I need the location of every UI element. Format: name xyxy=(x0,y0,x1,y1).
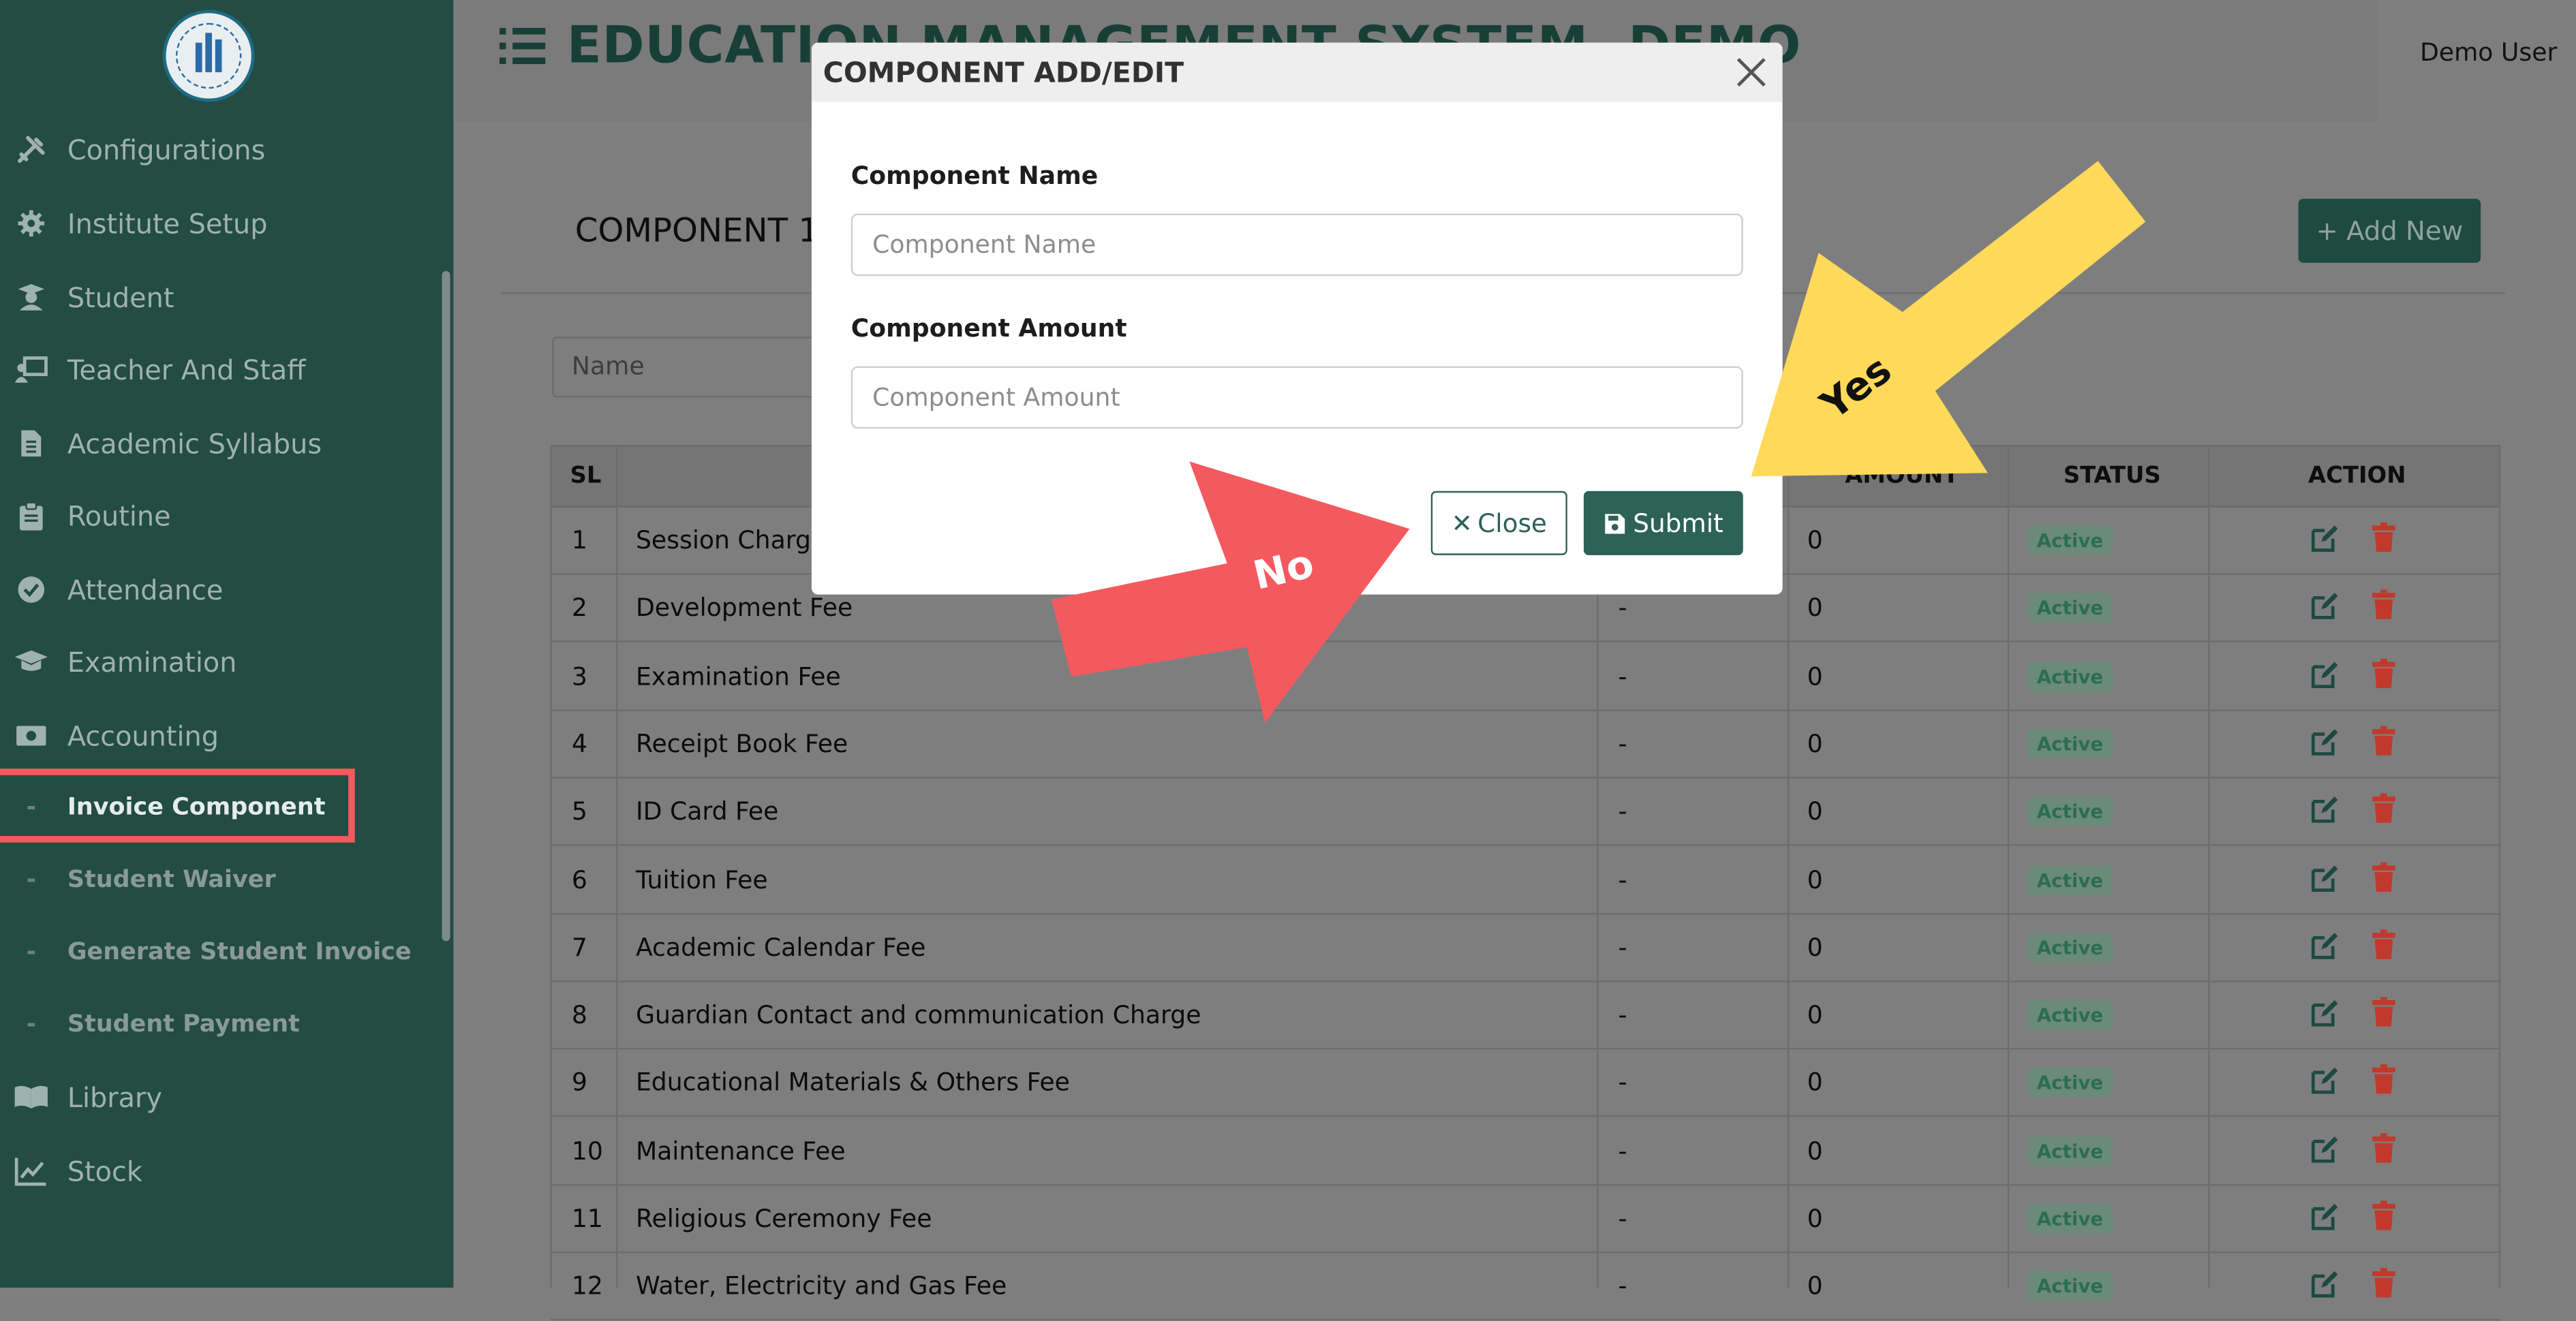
yes-arrow xyxy=(1751,161,2146,477)
annotation-arrows xyxy=(1051,161,2146,723)
no-arrow xyxy=(1051,461,1410,723)
